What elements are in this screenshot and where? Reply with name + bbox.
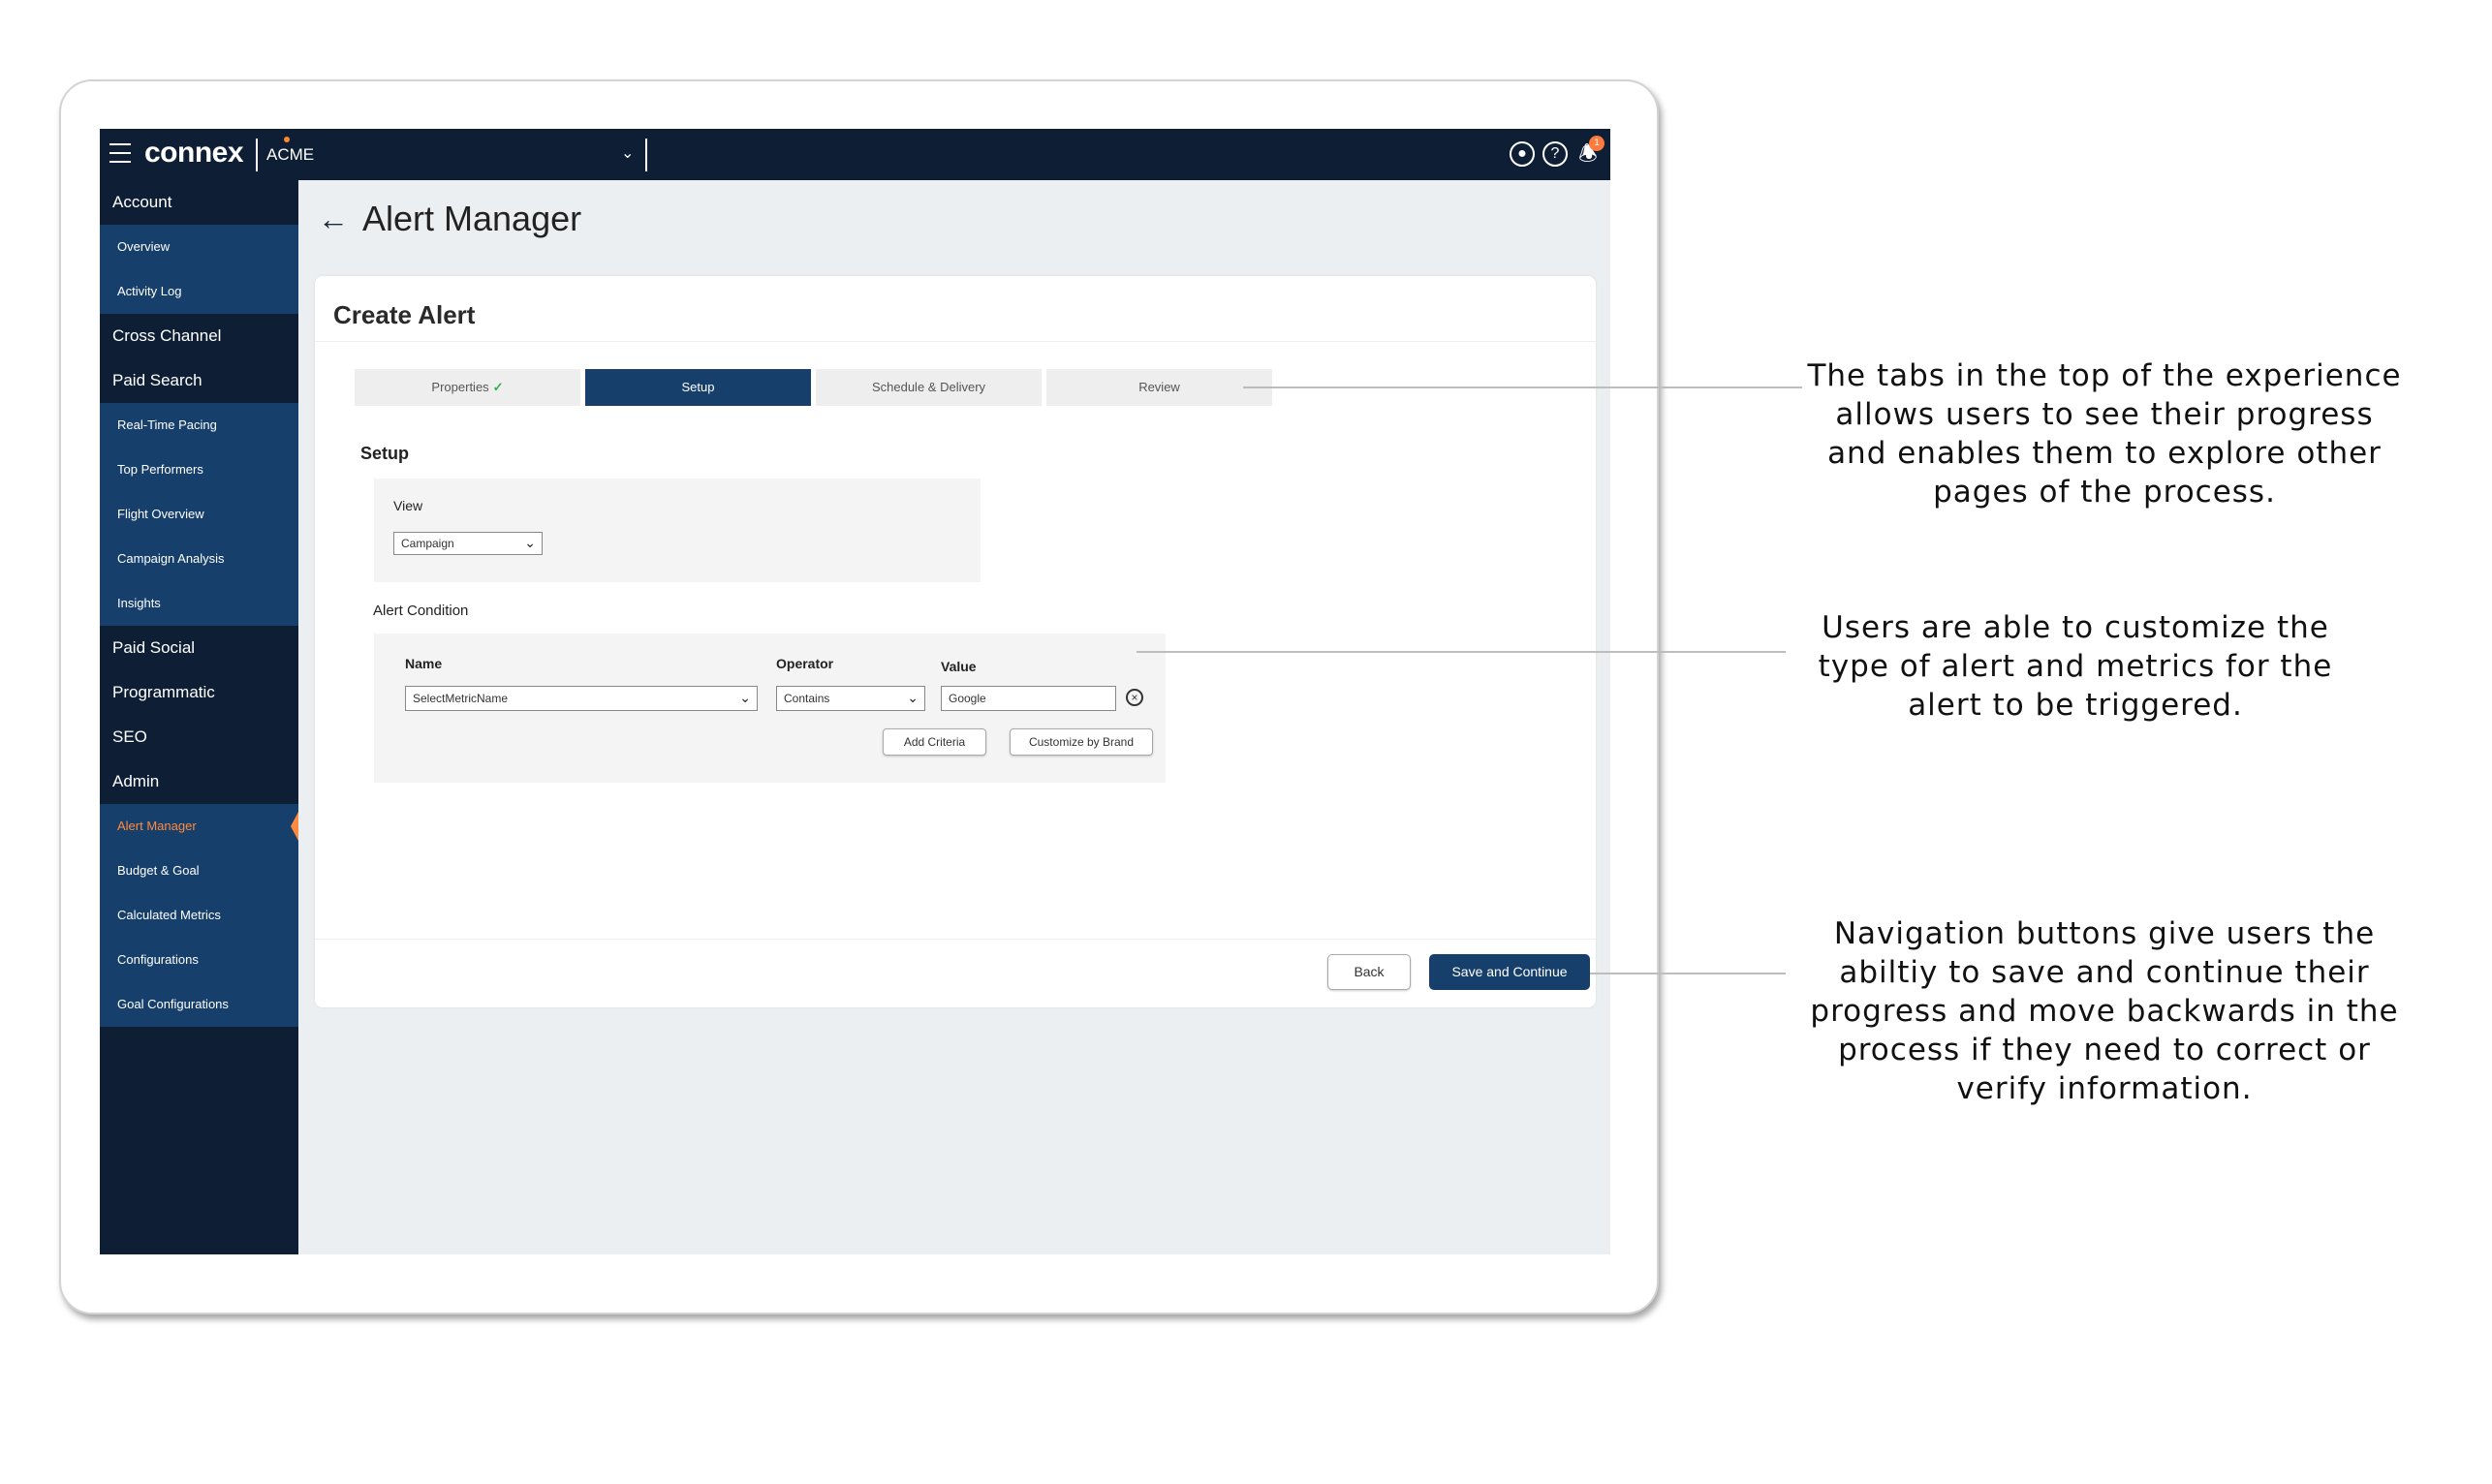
top-bar: connex ACME ⌄ ● ? 🕭 1 xyxy=(100,129,1610,180)
alert-condition-label: Alert Condition xyxy=(373,603,469,619)
sidebar-subnav: Alert Manager Budget & Goal Calculated M… xyxy=(100,804,298,1027)
sidebar-item-budget-goal[interactable]: Budget & Goal xyxy=(100,849,298,893)
add-criteria-button[interactable]: Add Criteria xyxy=(883,728,986,756)
sidebar-section-cross-channel[interactable]: Cross Channel xyxy=(100,314,298,358)
tab-schedule-delivery[interactable]: Schedule & Delivery xyxy=(816,369,1042,406)
logo-accent-dot xyxy=(284,137,290,142)
sidebar-item-insights[interactable]: Insights xyxy=(100,581,298,626)
topbar-divider xyxy=(256,139,258,171)
sidebar: Account Overview Activity Log Cross Chan… xyxy=(100,180,298,1254)
view-select[interactable]: Campaign ⌄ xyxy=(393,532,543,555)
page-header: ← Alert Manager xyxy=(318,199,581,239)
section-title: Setup xyxy=(360,444,410,463)
help-icon[interactable]: ? xyxy=(1542,141,1568,167)
topbar-divider xyxy=(645,139,647,171)
page-title: Alert Manager xyxy=(362,199,582,238)
metric-name-value: SelectMetricName xyxy=(413,692,509,705)
sidebar-section-account[interactable]: Account xyxy=(100,180,298,225)
chevron-down-icon: ⌄ xyxy=(907,690,919,705)
chevron-down-icon: ⌄ xyxy=(739,690,751,705)
view-panel: View Campaign ⌄ xyxy=(374,479,981,582)
tab-label: Properties xyxy=(431,380,489,394)
sidebar-item-calculated-metrics[interactable]: Calculated Metrics xyxy=(100,893,298,938)
callout-line-buttons xyxy=(1590,973,1786,974)
app-window: connex ACME ⌄ ● ? 🕭 1 Account Overview A… xyxy=(100,129,1610,1254)
sidebar-item-overview[interactable]: Overview xyxy=(100,225,298,269)
user-profile-icon[interactable]: ● xyxy=(1510,141,1535,167)
sidebar-item-goal-configurations[interactable]: Goal Configurations xyxy=(100,982,298,1027)
sidebar-item-top-performers[interactable]: Top Performers xyxy=(100,448,298,492)
back-button[interactable]: Back xyxy=(1327,954,1411,990)
tab-setup[interactable]: Setup xyxy=(585,369,811,406)
name-label: Name xyxy=(405,656,443,671)
customize-by-brand-button[interactable]: Customize by Brand xyxy=(1010,728,1153,756)
back-arrow-icon[interactable]: ← xyxy=(318,203,349,234)
save-and-continue-button[interactable]: Save and Continue xyxy=(1429,954,1590,990)
annotation-conditions: Users are able to customize the type of … xyxy=(1818,610,2333,723)
clear-circle-icon[interactable]: × xyxy=(1126,689,1143,706)
value-input[interactable]: Google xyxy=(941,686,1116,711)
topbar-icons: ● ? 🕭 1 xyxy=(1510,136,1604,170)
sidebar-section-programmatic[interactable]: Programmatic xyxy=(100,670,298,715)
operator-value: Contains xyxy=(784,692,830,705)
card-title: Create Alert xyxy=(333,300,476,329)
org-selector-label[interactable]: ACME xyxy=(266,145,314,165)
tab-properties[interactable]: Properties ✓ xyxy=(355,369,580,406)
callout-line-tabs xyxy=(1243,386,1802,388)
annotation-tabs: The tabs in the top of the experience al… xyxy=(1807,358,2402,510)
sidebar-item-alert-manager[interactable]: Alert Manager xyxy=(100,804,298,849)
tab-review[interactable]: Review xyxy=(1046,369,1272,406)
operator-select[interactable]: Contains ⌄ xyxy=(776,686,925,711)
bell-icon[interactable]: 🕭 1 xyxy=(1575,136,1604,167)
view-label: View xyxy=(393,498,423,513)
hamburger-menu-icon[interactable] xyxy=(109,143,131,163)
sidebar-item-campaign-analysis[interactable]: Campaign Analysis xyxy=(100,537,298,581)
annotation-buttons: Navigation buttons give users the abilti… xyxy=(1810,916,2399,1106)
chevron-down-icon: ⌄ xyxy=(524,535,536,550)
notification-badge: 1 xyxy=(1589,136,1604,151)
metric-name-select[interactable]: SelectMetricName ⌄ xyxy=(405,686,758,711)
operator-label: Operator xyxy=(776,656,834,671)
sidebar-subnav: Real-Time Pacing Top Performers Flight O… xyxy=(100,403,298,626)
sidebar-item-configurations[interactable]: Configurations xyxy=(100,938,298,982)
divider xyxy=(315,341,1596,342)
sidebar-section-paid-search[interactable]: Paid Search xyxy=(100,358,298,403)
connex-logo: connex xyxy=(144,137,244,169)
sidebar-item-flight-overview[interactable]: Flight Overview xyxy=(100,492,298,537)
divider xyxy=(315,939,1596,940)
view-select-value: Campaign xyxy=(401,537,454,550)
alert-condition-panel: Name Operator Value SelectMetricName ⌄ C… xyxy=(374,634,1166,783)
sidebar-item-real-time-pacing[interactable]: Real-Time Pacing xyxy=(100,403,298,448)
sidebar-section-admin[interactable]: Admin xyxy=(100,759,298,804)
sidebar-section-seo[interactable]: SEO xyxy=(100,715,298,759)
chevron-down-icon[interactable]: ⌄ xyxy=(621,143,634,163)
value-label: Value xyxy=(941,659,977,674)
progress-tabs: Properties ✓ Setup Schedule & Delivery Re… xyxy=(355,369,1272,406)
sidebar-item-activity-log[interactable]: Activity Log xyxy=(100,269,298,314)
sidebar-subnav: Overview Activity Log xyxy=(100,225,298,314)
callout-line-conditions xyxy=(1137,651,1786,653)
sidebar-section-paid-social[interactable]: Paid Social xyxy=(100,626,298,670)
checkmark-icon: ✓ xyxy=(492,380,504,394)
